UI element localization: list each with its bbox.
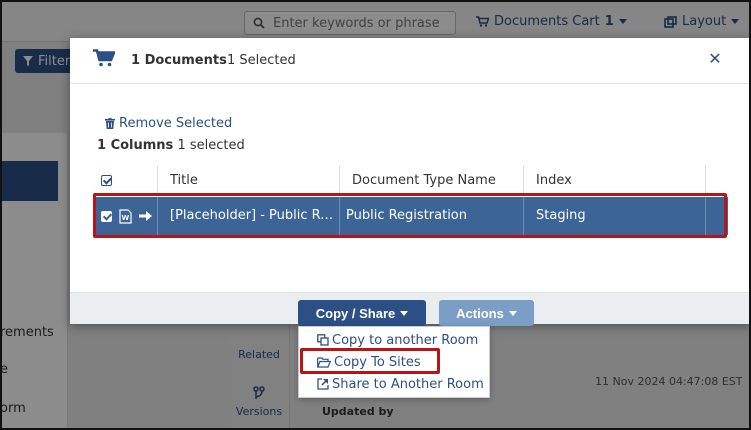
- actions-button[interactable]: Actions: [439, 300, 534, 326]
- row-controls: W: [93, 197, 157, 235]
- modal-header: 1 Documents 1 Selected ✕: [70, 38, 751, 84]
- selected-count: 1 Selected: [227, 53, 296, 68]
- documents-cart-modal: 1 Documents 1 Selected ✕ Remove Selected…: [70, 38, 751, 324]
- select-all-cell[interactable]: [93, 166, 157, 196]
- svg-text:W: W: [122, 214, 130, 222]
- remove-selected-link[interactable]: Remove Selected: [105, 116, 232, 131]
- menu-item-label: Copy To Sites: [334, 354, 421, 370]
- header-index[interactable]: Index: [523, 166, 705, 196]
- table-row[interactable]: W [Placeholder] - Public Registration Pu…: [93, 197, 728, 235]
- cart-icon: [93, 49, 115, 67]
- copy-share-label: Copy / Share: [315, 305, 396, 321]
- cell-index: Staging: [523, 197, 705, 235]
- cell-document-type: Public Registration: [339, 197, 523, 235]
- menu-item-copy-to-another-room[interactable]: Copy to another Room: [317, 330, 478, 350]
- trash-icon: [105, 118, 115, 129]
- row-checkbox[interactable]: [101, 210, 112, 222]
- documents-count: 1 Documents: [131, 53, 227, 68]
- menu-item-share-to-another-room[interactable]: Share to Another Room: [317, 374, 484, 394]
- folder-open-icon: [317, 356, 331, 368]
- columns-count: 1 Columns: [97, 138, 174, 153]
- share-icon: [317, 378, 329, 390]
- chevron-down-icon: [400, 310, 409, 316]
- select-all-checkbox[interactable]: [101, 175, 112, 186]
- chevron-down-icon: [508, 310, 517, 316]
- copy-icon: [317, 334, 329, 346]
- table-header: Title Document Type Name Index: [93, 166, 728, 196]
- cell-extra: [705, 197, 728, 235]
- menu-item-copy-to-sites[interactable]: Copy To Sites: [317, 352, 421, 372]
- copy-share-button[interactable]: Copy / Share: [298, 300, 426, 326]
- close-icon[interactable]: ✕: [708, 51, 722, 67]
- columns-selected: 1 selected: [177, 138, 245, 153]
- arrow-right-icon[interactable]: [139, 210, 153, 222]
- copy-share-dropdown: Copy to another Room Copy To Sites Share…: [298, 326, 490, 398]
- menu-item-label: Copy to another Room: [332, 332, 479, 348]
- documents-table: Title Document Type Name Index W [Placeh…: [93, 166, 728, 235]
- header-extra: [705, 166, 728, 196]
- cell-title[interactable]: [Placeholder] - Public Registration: [157, 197, 339, 235]
- menu-item-label: Share to Another Room: [332, 376, 484, 392]
- actions-label: Actions: [456, 305, 504, 321]
- header-document-type[interactable]: Document Type Name: [339, 166, 523, 196]
- word-document-icon: W: [119, 208, 132, 224]
- remove-selected-label: Remove Selected: [119, 116, 233, 131]
- header-title[interactable]: Title: [157, 166, 339, 196]
- columns-summary: 1 Columns 1 selected: [97, 138, 245, 153]
